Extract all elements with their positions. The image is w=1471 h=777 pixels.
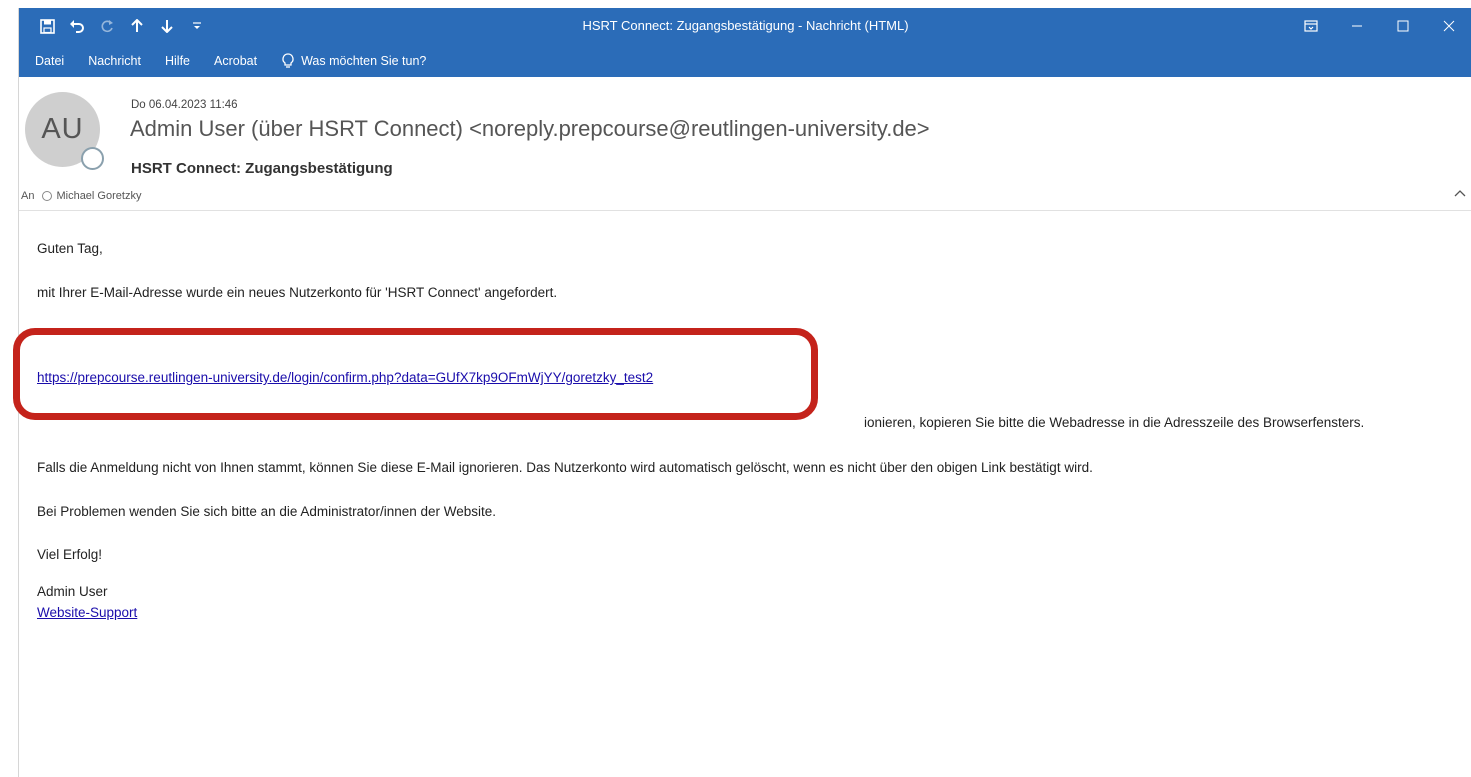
menu-acrobat[interactable]: Acrobat bbox=[214, 54, 257, 68]
body-line-4: Falls die Anmeldung nicht von Ihnen stam… bbox=[37, 460, 1093, 475]
header-divider bbox=[19, 210, 1471, 211]
tell-me-label: Was möchten Sie tun? bbox=[301, 53, 427, 68]
body-line-5: Bei Problemen wenden Sie sich bitte an d… bbox=[37, 504, 497, 519]
to-label: An bbox=[21, 190, 35, 202]
outlook-message-window: HSRT Connect: Zugangsbestätigung - Nachr… bbox=[13, 8, 1471, 777]
message-header: AU Do 06.04.2023 11:46 Admin User (über … bbox=[19, 77, 1471, 217]
tell-me-search[interactable]: Was möchten Sie tun? bbox=[281, 52, 427, 69]
menu-bar: Datei Nachricht Hilfe Acrobat Was möchte… bbox=[19, 44, 1471, 77]
body-line-6: Viel Erfolg! bbox=[37, 547, 103, 562]
menu-nachricht[interactable]: Nachricht bbox=[88, 54, 141, 68]
window-controls bbox=[1288, 8, 1471, 44]
confirmation-link[interactable]: https://prepcourse.reutlingen-university… bbox=[37, 370, 653, 385]
message-date: Do 06.04.2023 11:46 bbox=[131, 99, 238, 111]
sender[interactable]: Admin User (über HSRT Connect) <noreply.… bbox=[130, 116, 930, 142]
website-support-link[interactable]: Website-Support bbox=[37, 605, 137, 620]
body-line-3: ionieren, kopieren Sie bitte die Webadre… bbox=[864, 415, 1365, 430]
redo-icon[interactable] bbox=[93, 12, 121, 40]
ribbon-display-icon[interactable] bbox=[1288, 8, 1334, 44]
signature-name: Admin User bbox=[37, 584, 108, 599]
recipient-presence-icon bbox=[42, 191, 53, 201]
close-icon[interactable] bbox=[1426, 8, 1471, 44]
collapse-header-icon[interactable] bbox=[1454, 185, 1466, 201]
quick-access-toolbar bbox=[19, 12, 211, 40]
up-arrow-icon[interactable] bbox=[123, 12, 151, 40]
title-bar: HSRT Connect: Zugangsbestätigung - Nachr… bbox=[19, 8, 1471, 44]
presence-status-icon bbox=[81, 147, 104, 170]
recipient-row: An Michael Goretzky bbox=[21, 190, 141, 202]
save-icon[interactable] bbox=[33, 12, 61, 40]
menu-datei[interactable]: Datei bbox=[35, 54, 64, 68]
down-arrow-icon[interactable] bbox=[153, 12, 181, 40]
maximize-icon[interactable] bbox=[1380, 8, 1426, 44]
minimize-icon[interactable] bbox=[1334, 8, 1380, 44]
undo-icon[interactable] bbox=[63, 12, 91, 40]
message-subject: HSRT Connect: Zugangsbestätigung bbox=[131, 160, 393, 177]
window-title: HSRT Connect: Zugangsbestätigung - Nachr… bbox=[582, 18, 909, 33]
greeting: Guten Tag, bbox=[37, 241, 103, 256]
recipient-name[interactable]: Michael Goretzky bbox=[56, 190, 141, 202]
lightbulb-icon bbox=[282, 52, 294, 68]
menu-hilfe[interactable]: Hilfe bbox=[165, 54, 190, 68]
customize-icon[interactable] bbox=[183, 12, 211, 40]
body-line-1: mit Ihrer E-Mail-Adresse wurde ein neues… bbox=[37, 285, 558, 300]
